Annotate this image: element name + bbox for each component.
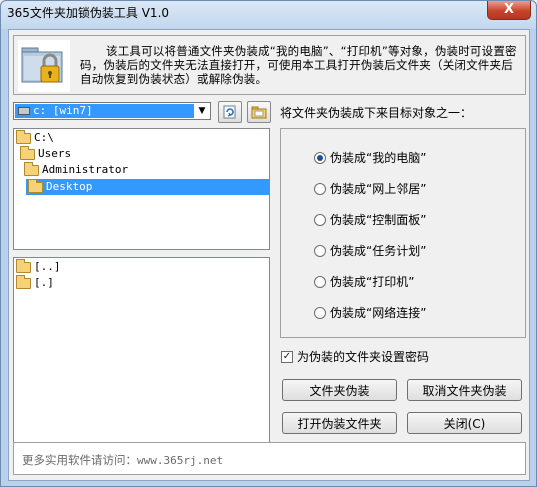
radio-label: 伪装成“打印机” [330, 275, 415, 289]
target-label: 将文件夹伪装成下来目标对象之一： [280, 106, 473, 120]
folder-open-icon [251, 106, 267, 119]
window-close-button[interactable]: X [487, 1, 531, 20]
tree-item-c[interactable]: C:\ [14, 130, 54, 146]
close-button[interactable]: 关闭(C) [407, 412, 522, 434]
tree-item-label: Users [38, 147, 72, 160]
drive-dropdown[interactable]: c: [win7] ▼ [13, 102, 211, 120]
cancel-disguise-button[interactable]: 取消文件夹伪装 [407, 379, 522, 401]
radio-button[interactable] [314, 245, 326, 257]
open-disguised-folder-button[interactable]: 打开伪装文件夹 [282, 412, 397, 434]
folder-icon [24, 162, 39, 176]
list-item-label: [.] [34, 276, 54, 289]
list-item[interactable]: [.] [14, 275, 54, 291]
radio-network-connections[interactable]: 伪装成“网络连接” [314, 305, 426, 321]
folder-icon [16, 130, 31, 144]
radio-label: 伪装成“控制面板” [330, 213, 427, 227]
disguise-options-panel: 伪装成“我的电脑” 伪装成“网上邻居” 伪装成“控制面板” 伪装成“任务计划” … [280, 128, 526, 338]
drive-icon [18, 107, 30, 115]
radio-label: 伪装成“网上邻居” [330, 182, 427, 196]
radio-network-neighborhood[interactable]: 伪装成“网上邻居” [314, 181, 426, 197]
footer-url[interactable]: www.365rj.net [137, 454, 223, 467]
radio-my-computer[interactable]: 伪装成“我的电脑” [314, 150, 426, 166]
browse-folder-button[interactable] [247, 101, 271, 123]
tree-item-administrator[interactable]: Administrator [22, 162, 128, 178]
app-window: 365文件夹加锁伪装工具 V1.0 X 该工具可以将普通文件夹伪装成“我的电脑”… [0, 0, 537, 487]
header-description: 该工具可以将普通文件夹伪装成“我的电脑”、“打印机”等对象，伪装时可设置密码，伪… [80, 44, 517, 86]
radio-label: 伪装成“我的电脑” [330, 151, 427, 165]
tree-item-label: C:\ [34, 131, 54, 144]
refresh-icon [223, 105, 236, 119]
tree-item-users[interactable]: Users [18, 146, 71, 162]
disguise-button[interactable]: 文件夹伪装 [282, 379, 397, 401]
footer-text: 更多实用软件请访问：www.365rj.net [22, 452, 223, 468]
header-panel: 该工具可以将普通文件夹伪装成“我的电脑”、“打印机”等对象，伪装时可设置密码，伪… [13, 35, 526, 95]
footer-panel: 更多实用软件请访问：www.365rj.net [13, 442, 526, 475]
folder-icon [16, 275, 31, 289]
password-checkbox-label: 为伪装的文件夹设置密码 [297, 350, 430, 364]
password-checkbox[interactable]: ✓ [281, 351, 293, 363]
refresh-button[interactable] [218, 101, 242, 123]
radio-button[interactable] [314, 183, 326, 195]
folder-icon [16, 259, 31, 273]
window-title: 365文件夹加锁伪装工具 V1.0 [7, 6, 170, 20]
tree-item-label: Desktop [46, 180, 93, 193]
radio-printer[interactable]: 伪装成“打印机” [314, 274, 414, 290]
client-area: 该工具可以将普通文件夹伪装成“我的电脑”、“打印机”等对象，伪装时可设置密码，伪… [8, 29, 530, 481]
chevron-down-icon[interactable]: ▼ [195, 104, 209, 118]
radio-control-panel[interactable]: 伪装成“控制面板” [314, 212, 426, 228]
radio-button[interactable] [314, 307, 326, 319]
tree-item-desktop[interactable]: Desktop [26, 179, 269, 195]
list-item[interactable]: [..] [14, 259, 61, 275]
password-option[interactable]: ✓ 为伪装的文件夹设置密码 [281, 349, 429, 365]
folder-tree[interactable]: C:\ Users Administrator Desktop [13, 128, 270, 250]
radio-label: 伪装成“任务计划” [330, 244, 427, 258]
radio-button[interactable] [314, 276, 326, 288]
radio-label: 伪装成“网络连接” [330, 306, 427, 320]
drive-label: c: [win7] [33, 104, 93, 117]
footer-label: 更多实用软件请访问： [22, 453, 137, 467]
folder-lock-icon [18, 40, 70, 92]
folder-icon [28, 179, 43, 193]
radio-button[interactable] [314, 152, 326, 164]
list-item-label: [..] [34, 260, 61, 273]
radio-button[interactable] [314, 214, 326, 226]
file-list[interactable]: [..] [.] [13, 257, 270, 449]
folder-icon [20, 146, 35, 160]
tree-item-label: Administrator [42, 163, 129, 176]
title-bar[interactable]: 365文件夹加锁伪装工具 V1.0 X [1, 1, 536, 29]
radio-scheduled-tasks[interactable]: 伪装成“任务计划” [314, 243, 426, 259]
drive-dropdown-value: c: [win7] [15, 104, 194, 118]
